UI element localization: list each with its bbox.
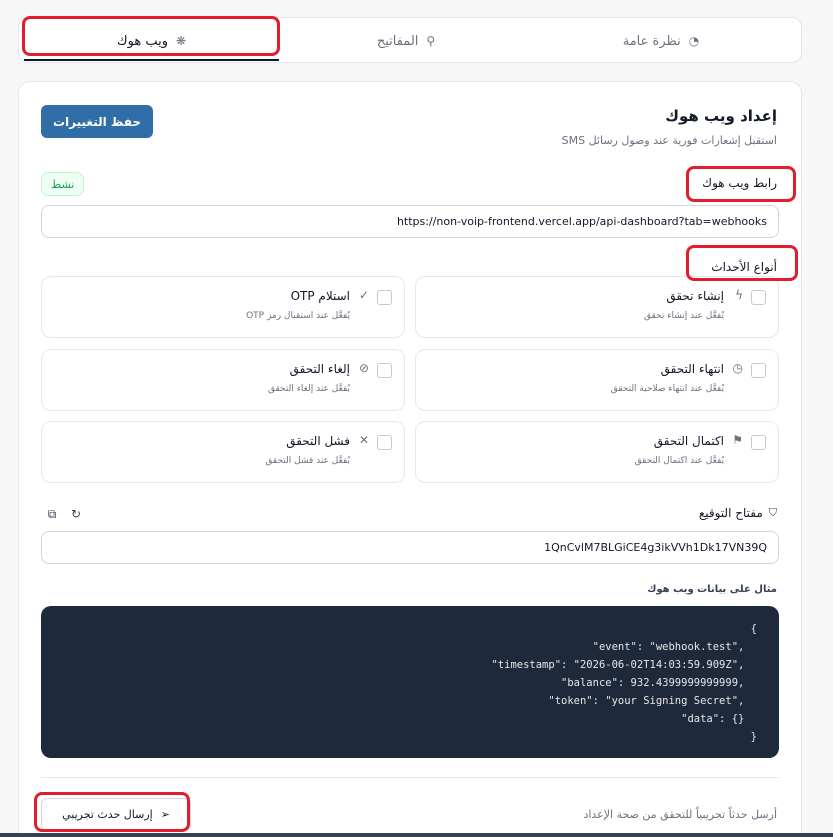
event-verification-expired[interactable]: ◷ انتهاء التحقق يُفعَّل عند انتهاء صلاحي… [415, 349, 779, 411]
tab-keys-label: المفاتيح [376, 33, 419, 49]
tab-overview-label: نظرة عامة [622, 33, 681, 49]
gauge-icon: ◔ [688, 34, 700, 48]
webhook-settings-card: إعداد ويب هوك استقبل إشعارات فورية عند و… [18, 81, 802, 837]
test-event-hint: أرسل حدثاً تجريبياً للتحقق من صحة الإعدا… [583, 808, 777, 821]
event-checkbox[interactable] [751, 363, 766, 378]
event-verification-cancelled[interactable]: ⊘ إلغاء التحقق يُفعَّل عند إلغاء التحقق [41, 349, 405, 411]
event-verification-completed[interactable]: ⚑ اكتمال التحقق يُفعَّل عند اكتمال التحق… [415, 421, 779, 483]
webhook-url-label: رابط ويب هوك [702, 176, 777, 190]
event-description: يُفعَّل عند اكتمال التحقق [634, 456, 724, 466]
bottom-border [0, 833, 833, 837]
key-icon: ⚲ [426, 34, 436, 48]
event-verification-failed[interactable]: ✕ فشل التحقق يُفعَّل عند فشل التحقق [41, 421, 405, 483]
bolt-icon: ϟ [735, 288, 743, 302]
ban-icon: ⊘ [358, 361, 369, 375]
event-otp-received[interactable]: ✓ استلام OTP يُفعَّل عند استقبال رمز OTP [41, 276, 405, 338]
event-checkbox[interactable] [751, 290, 766, 305]
webhook-icon: ❋ [176, 34, 187, 48]
payload-example-label: مثال على بيانات ويب هوك [647, 584, 777, 595]
event-name: إلغاء التحقق [289, 362, 350, 376]
event-description: يُفعَّل عند انتهاء صلاحية التحقق [610, 384, 724, 394]
event-description: يُفعَّل عند إلغاء التحقق [268, 384, 350, 394]
regenerate-icon[interactable]: ↻ [67, 505, 85, 523]
signing-key-label-text: مفتاح التوقيع [698, 506, 763, 520]
send-test-event-label: إرسال حدث تجريبي [62, 808, 153, 821]
status-badge: نشط [41, 172, 85, 196]
page-subtitle: استقبل إشعارات فورية عند وصول رسائل SMS [561, 134, 777, 147]
send-icon: ➢ [160, 808, 170, 821]
event-description: يُفعَّل عند فشل التحقق [265, 456, 350, 466]
event-checkbox[interactable] [377, 363, 392, 378]
event-name: إنشاء تحقق [666, 289, 724, 303]
tab-overview[interactable]: ◔ نظرة عامة [533, 24, 789, 58]
event-name: انتهاء التحقق [660, 362, 724, 376]
code-line: ,"token": "your Signing Secret" [548, 695, 757, 707]
event-description: يُفعَّل عند استقبال رمز OTP [246, 311, 350, 321]
save-button[interactable]: حفظ التغييرات [41, 105, 153, 138]
webhook-url-input[interactable] [41, 205, 779, 238]
x-icon: ✕ [358, 433, 369, 447]
copy-icon[interactable]: ⧉ [43, 505, 61, 523]
event-types-label: أنواع الأحداث [711, 260, 777, 274]
page-title: إعداد ويب هوك [665, 107, 777, 125]
tab-bar: ❋ ويب هوك ⚲ المفاتيح ◔ نظرة عامة [18, 17, 802, 63]
event-verification-created[interactable]: ϟ إنشاء تحقق يُفعَّل عند إنشاء تحقق [415, 276, 779, 338]
event-description: يُفعَّل عند إنشاء تحقق [644, 311, 724, 321]
code-line: ,"timestamp": "2026-06-02T14:03:59.909Z" [491, 659, 757, 671]
tab-webhook[interactable]: ❋ ويب هوك [24, 24, 279, 61]
clock-icon: ◷ [732, 361, 743, 375]
tab-webhook-label: ويب هوك [116, 33, 169, 49]
code-line: ,balance": 932.4399999999999" [561, 677, 757, 689]
send-test-event-button[interactable]: ➢ إرسال حدث تجريبي [41, 798, 191, 831]
event-checkbox[interactable] [751, 435, 766, 450]
check-circle-icon: ✓ [358, 288, 369, 302]
code-line: ,"event": "webhook.test" [592, 641, 757, 653]
event-checkbox[interactable] [377, 435, 392, 450]
event-checkbox[interactable] [377, 290, 392, 305]
signing-key-label: ⛉ مفتاح التوقيع [699, 506, 777, 520]
divider [41, 777, 779, 778]
flag-icon: ⚑ [732, 433, 743, 447]
code-line: {} :"data" [681, 713, 757, 725]
active-tab-indicator [24, 59, 279, 61]
event-name: استلام OTP [290, 289, 350, 303]
event-name: فشل التحقق [286, 434, 350, 448]
signing-key-input[interactable] [41, 531, 779, 564]
payload-code-block: } ,"event": "webhook.test" ,"timestamp":… [41, 606, 779, 758]
code-line: } [750, 623, 757, 635]
event-name: اكتمال التحقق [653, 434, 724, 448]
tab-keys[interactable]: ⚲ المفاتيح [279, 24, 533, 58]
code-line: { [750, 731, 757, 743]
shield-icon: ⛉ [768, 506, 777, 519]
